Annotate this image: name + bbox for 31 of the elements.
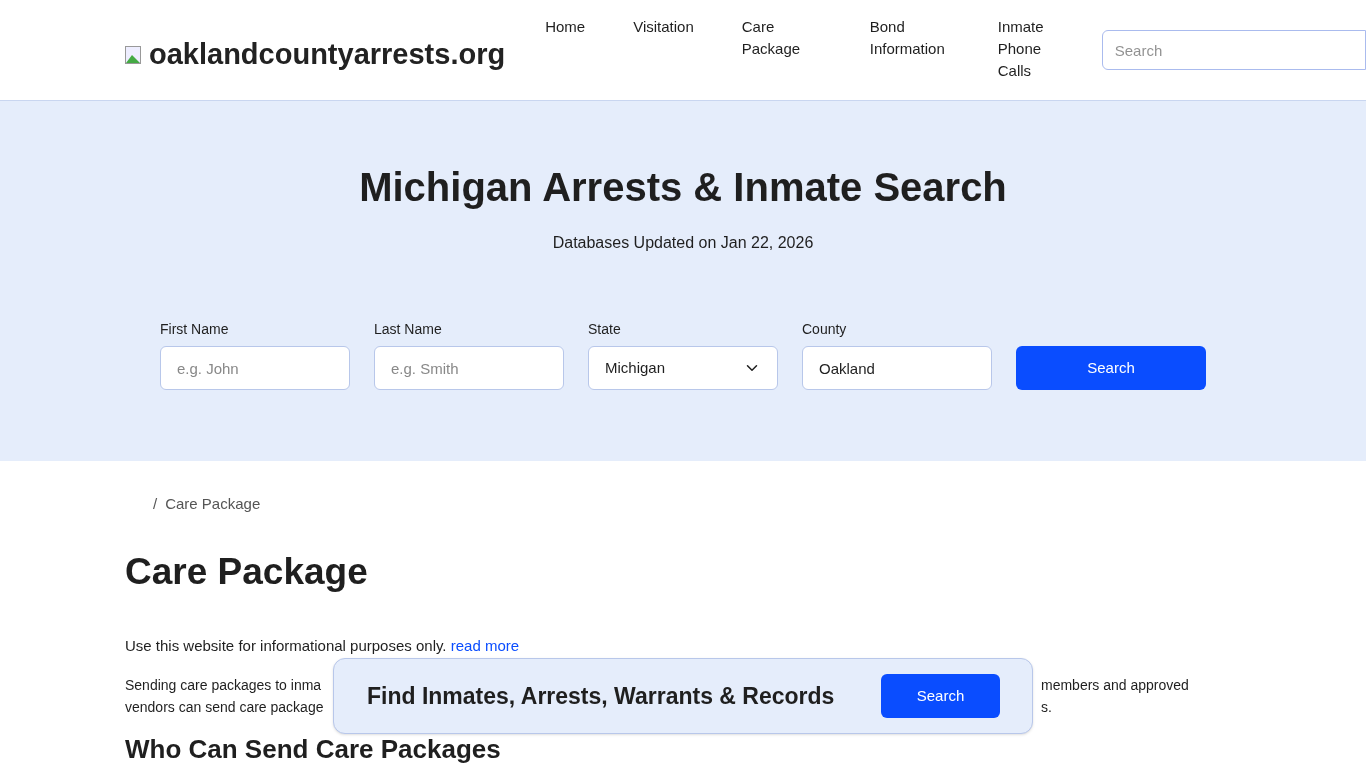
breadcrumb-current: Care Package — [165, 494, 261, 514]
banner-search-button[interactable]: Search — [881, 674, 1000, 718]
field-label: State — [588, 320, 622, 339]
update-date: Databases Updated on Jan 22, 2026 — [552, 233, 814, 253]
paragraph-text: vendors can send care package — [125, 697, 325, 717]
paragraph-text: members and approved — [1041, 675, 1189, 695]
broken-image-icon — [125, 45, 141, 64]
nav-link[interactable]: Care Package — [741, 16, 822, 82]
paragraph-text: s. — [1041, 697, 1052, 717]
section-heading: Who Can Send Care Packages — [125, 734, 502, 763]
field-label: County — [802, 320, 848, 339]
search-field[interactable]: Search — [1101, 30, 1366, 70]
input-field[interactable]: e.g. John — [160, 346, 350, 390]
field-label: First Name — [160, 320, 230, 339]
state-select[interactable]: Michigan — [588, 346, 778, 390]
page-title: Care Package — [125, 549, 369, 594]
nav-link[interactable]: Visitation — [633, 16, 694, 82]
disclaimer-text: Use this website for informational purposes only. read more — [125, 636, 521, 656]
field-label: Last Name — [374, 320, 443, 339]
input-field[interactable]: e.g. Smith — [374, 346, 564, 390]
breadcrumb-separator: / — [153, 494, 158, 514]
read-more-link[interactable]: read more — [450, 637, 520, 654]
nav-link[interactable]: Inmate Phone Calls — [997, 16, 1078, 82]
site-name[interactable]: oaklandcountyarrests.org — [149, 33, 506, 77]
nav-link[interactable]: Home — [545, 16, 586, 82]
banner-text: Find Inmates, Arrests, Warrants & Records — [367, 681, 835, 711]
input-field[interactable]: Oakland — [802, 346, 992, 390]
search-button[interactable]: Search — [1016, 346, 1206, 390]
nav-link[interactable]: Bond Information — [869, 16, 950, 82]
hero-title: Michigan Arrests & Inmate Search — [359, 164, 1007, 211]
paragraph-text: Sending care packages to inma — [125, 675, 323, 695]
